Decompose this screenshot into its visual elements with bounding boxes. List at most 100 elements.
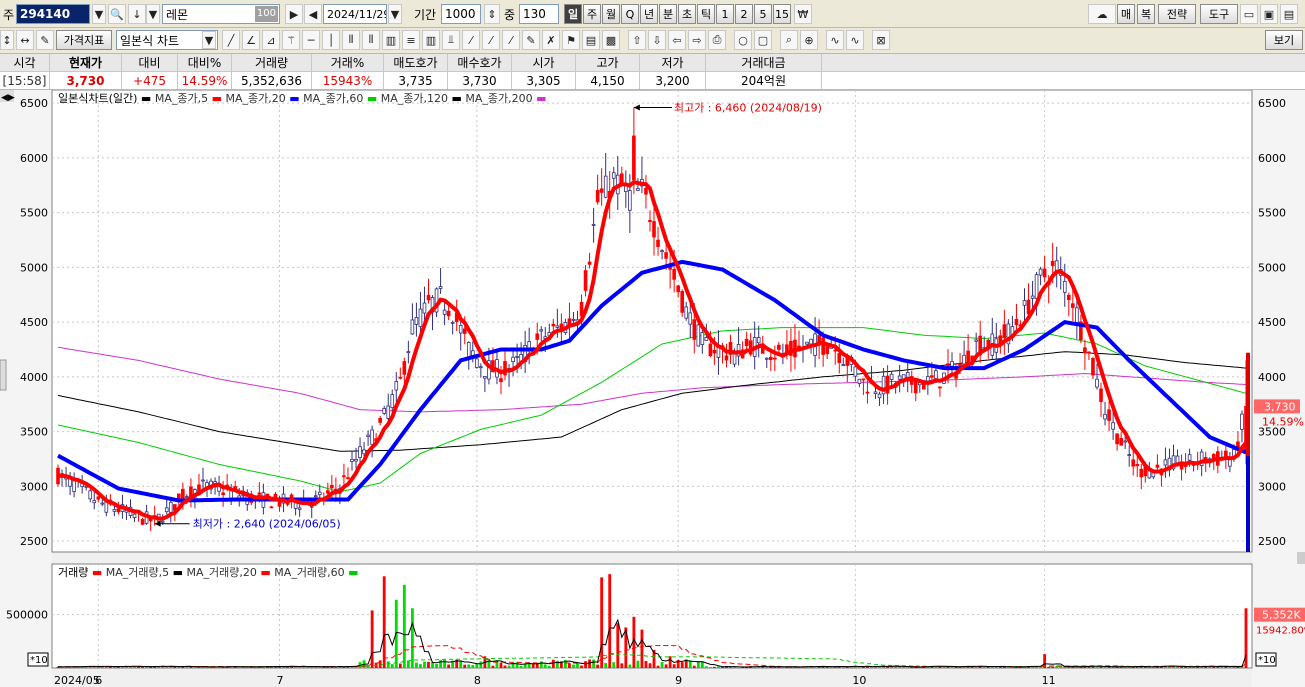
volume-bar[interactable] bbox=[600, 577, 604, 668]
candle-body[interactable] bbox=[1163, 459, 1168, 466]
code-input[interactable]: 294140 bbox=[16, 4, 90, 24]
sort-icon[interactable]: ↓ bbox=[128, 4, 146, 24]
candle-body[interactable] bbox=[446, 310, 451, 317]
export-icon[interactable]: ⎙ bbox=[708, 30, 726, 50]
stock-name-field[interactable]: 레몬 100 bbox=[162, 4, 280, 24]
interval-button-3[interactable]: Q bbox=[621, 4, 639, 24]
candle-body[interactable] bbox=[221, 492, 225, 496]
volume-bar[interactable] bbox=[660, 662, 664, 668]
interval-button-4[interactable]: 년 bbox=[640, 4, 658, 24]
volume-bar[interactable] bbox=[906, 667, 910, 668]
volume-bar[interactable] bbox=[568, 663, 571, 668]
candle-body[interactable] bbox=[422, 302, 427, 314]
candle-body[interactable] bbox=[1066, 294, 1071, 301]
candle-body[interactable] bbox=[450, 321, 455, 324]
grid-icon[interactable]: ▥ bbox=[382, 30, 400, 50]
candle-body[interactable] bbox=[551, 323, 556, 327]
spin-icon[interactable]: ⇕ bbox=[484, 4, 500, 24]
candle-body[interactable] bbox=[160, 520, 165, 523]
candle-body[interactable] bbox=[684, 306, 689, 319]
candle-body[interactable] bbox=[438, 286, 443, 289]
candle-body[interactable] bbox=[342, 475, 346, 478]
volume-bar[interactable] bbox=[1216, 667, 1220, 668]
candle-body[interactable] bbox=[652, 221, 656, 238]
candle-body[interactable] bbox=[1131, 459, 1136, 467]
candle-body[interactable] bbox=[672, 268, 676, 280]
candle-body[interactable] bbox=[462, 328, 467, 334]
trendline-icon[interactable]: ╱ bbox=[222, 30, 240, 50]
candle-body[interactable] bbox=[479, 366, 483, 369]
candle-body[interactable] bbox=[326, 490, 330, 494]
panel-splitter[interactable] bbox=[1297, 552, 1305, 564]
candle-body[interactable] bbox=[297, 507, 302, 510]
candle-body[interactable] bbox=[1083, 347, 1087, 354]
volume-bar[interactable] bbox=[141, 667, 144, 668]
volume-bar[interactable] bbox=[612, 662, 616, 668]
candle-body[interactable] bbox=[680, 291, 685, 313]
candle-body[interactable] bbox=[1042, 268, 1047, 278]
volume-bar[interactable] bbox=[491, 665, 495, 668]
fan-icon[interactable]: ⚚ bbox=[282, 30, 300, 50]
candle-body[interactable] bbox=[764, 357, 769, 360]
candle-body[interactable] bbox=[837, 353, 842, 363]
volume-bar[interactable] bbox=[604, 662, 608, 668]
volume-bar[interactable] bbox=[467, 664, 471, 668]
price-indicator-button[interactable]: 가격지표 bbox=[56, 30, 112, 50]
candle-body[interactable] bbox=[756, 337, 761, 344]
interval-button-7[interactable]: 틱 bbox=[697, 4, 715, 24]
candle-body[interactable] bbox=[402, 361, 407, 375]
interval-button-0[interactable]: 일 bbox=[564, 4, 582, 24]
gann-icon[interactable]: ⫫ bbox=[442, 30, 460, 50]
horizontal-line-icon[interactable]: ─ bbox=[302, 30, 320, 50]
candle-body[interactable] bbox=[1022, 300, 1027, 306]
candle-body[interactable] bbox=[744, 338, 749, 347]
candle-body[interactable] bbox=[92, 500, 97, 504]
volume-bar[interactable] bbox=[423, 661, 426, 668]
volume-bar[interactable] bbox=[499, 662, 503, 668]
volume-bar[interactable] bbox=[531, 663, 535, 668]
volume-bar[interactable] bbox=[592, 659, 596, 668]
candle-body[interactable] bbox=[317, 491, 322, 496]
volume-bar[interactable] bbox=[165, 667, 169, 668]
candle-body[interactable] bbox=[700, 332, 705, 345]
period-input[interactable]: 1000 bbox=[441, 4, 481, 24]
volume-bar[interactable] bbox=[479, 661, 483, 668]
candle-body[interactable] bbox=[72, 480, 76, 492]
interval-button-1[interactable]: 주 bbox=[583, 4, 601, 24]
zoom-input[interactable]: 130 bbox=[519, 4, 559, 24]
volume-bar[interactable] bbox=[439, 660, 442, 668]
volume-bar[interactable] bbox=[447, 664, 451, 668]
candle-body[interactable] bbox=[366, 434, 370, 437]
candle-body[interactable] bbox=[1050, 260, 1055, 267]
candle-body[interactable] bbox=[857, 378, 862, 384]
volume-bar[interactable] bbox=[713, 666, 716, 668]
candle-body[interactable] bbox=[773, 357, 777, 360]
flag-icon[interactable]: ⚑ bbox=[562, 30, 580, 50]
volume-bar[interactable] bbox=[700, 661, 704, 668]
candle-body[interactable] bbox=[168, 501, 173, 513]
candle-body[interactable] bbox=[599, 188, 604, 193]
clear-icon[interactable]: ⊠ bbox=[872, 30, 890, 50]
arrow-up-down-icon[interactable]: ↕ bbox=[0, 30, 14, 50]
candle-body[interactable] bbox=[442, 309, 447, 315]
candle-body[interactable] bbox=[1135, 464, 1140, 467]
candle-body[interactable] bbox=[1123, 440, 1127, 443]
candle-body[interactable] bbox=[96, 496, 101, 500]
candle-body[interactable] bbox=[1099, 388, 1103, 403]
candle-body[interactable] bbox=[583, 270, 588, 291]
volume-bar[interactable] bbox=[475, 663, 479, 668]
candle-body[interactable] bbox=[950, 361, 954, 367]
save-icon[interactable]: ▣ bbox=[1260, 4, 1278, 24]
volume-bar[interactable] bbox=[1047, 666, 1051, 668]
volume-bar[interactable] bbox=[427, 661, 430, 668]
circle-icon[interactable]: ○ bbox=[734, 30, 752, 50]
note-icon[interactable]: ▤ bbox=[582, 30, 600, 50]
volume-bar[interactable] bbox=[982, 666, 986, 668]
volume-bar[interactable] bbox=[656, 665, 660, 668]
volume-bar[interactable] bbox=[1051, 666, 1055, 668]
right-button-0[interactable]: 매 bbox=[1117, 4, 1135, 24]
move-up-icon[interactable]: ⇧ bbox=[628, 30, 646, 50]
candle-body[interactable] bbox=[889, 373, 894, 380]
wave-1-icon[interactable]: ∿ bbox=[826, 30, 844, 50]
volume-bar[interactable] bbox=[96, 667, 100, 668]
